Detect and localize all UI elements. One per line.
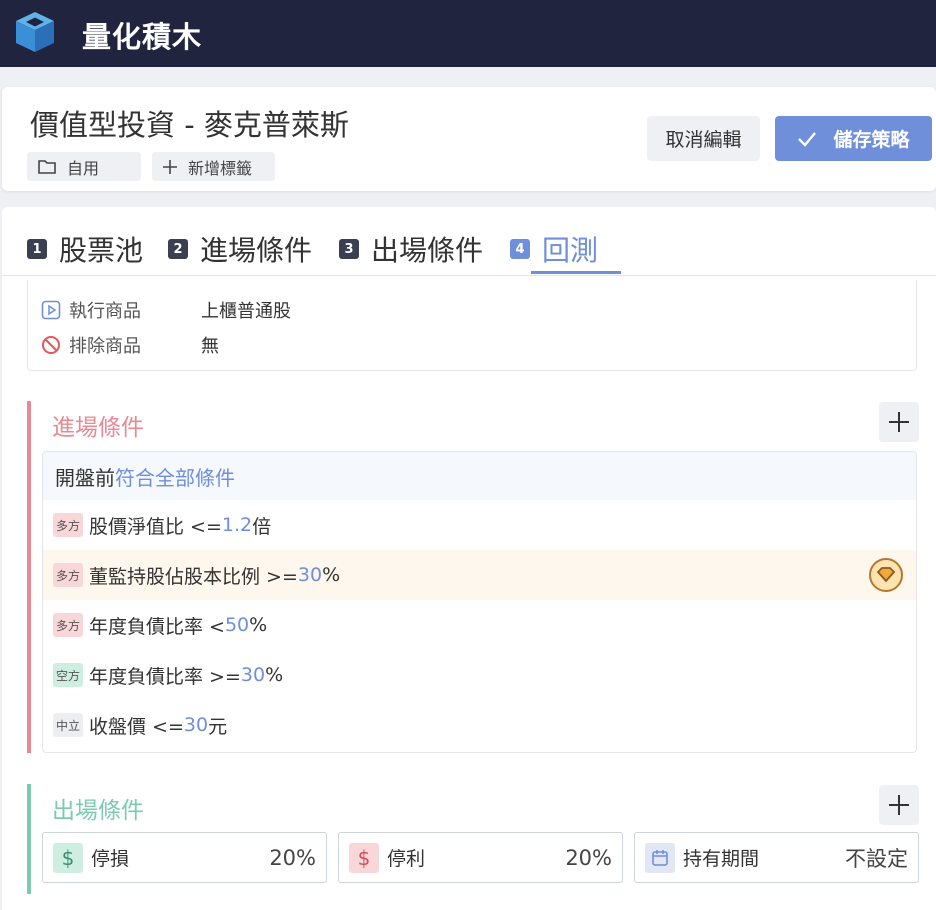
tab-label: 股票池 — [59, 234, 144, 267]
condition-row[interactable]: 多方 股價淨值比 <= 1.2 倍 — [43, 500, 916, 550]
tab-number: 3 — [339, 239, 359, 259]
entry-conditions-list: 開盤前 符合全部條件 多方 股價淨值比 <= 1.2 倍 多方 董監持股佔股本比例 … — [42, 451, 917, 753]
stock-pool-summary: 執行商品 上櫃普通股 排除商品 無 — [27, 280, 917, 371]
condition-value: 30 — [297, 564, 323, 586]
pool-row-exclude: 排除商品 無 — [41, 332, 219, 358]
direction-tag: 多方 — [53, 513, 83, 537]
tab-entry-conditions[interactable]: 2 進場條件 — [168, 229, 312, 269]
dollar-icon: $ — [349, 842, 379, 873]
condition-text: 股價淨值比 <= — [89, 515, 222, 538]
exit-value: 20% — [565, 845, 612, 870]
app-title: 量化積木 — [82, 20, 203, 54]
direction-tag: 中立 — [53, 713, 83, 737]
strategy-editor: 1 股票池 2 進場條件 3 出場條件 4 回測 執行商品 上櫃普通股 排除商品… — [2, 207, 936, 910]
entry-logic-header: 開盤前 符合全部條件 — [43, 452, 916, 500]
condition-text: 收盤價 <= — [89, 715, 184, 738]
condition-unit: % — [322, 564, 341, 586]
plus-icon — [163, 159, 177, 174]
condition-row[interactable]: 空方 年度負債比率 >= 30% — [43, 650, 916, 700]
ban-icon — [42, 336, 60, 354]
exit-section-title: 出場條件 — [52, 798, 144, 824]
check-icon — [798, 131, 817, 147]
exit-value: 20% — [269, 845, 316, 870]
exit-rules: $ 停損 20% $ 停利 20% 持有期間 不設定 — [42, 832, 919, 883]
folder-icon — [38, 159, 56, 174]
add-tag-label: 新增標籤 — [188, 158, 253, 178]
pool-key: 排除商品 — [69, 336, 141, 357]
cancel-edit-button[interactable]: 取消編輯 — [647, 116, 760, 161]
stop-loss-field[interactable]: $ 停損 20% — [42, 832, 327, 883]
condition-row[interactable]: 中立 收盤價 <= 30 元 — [43, 700, 916, 750]
step-tabs: 1 股票池 2 進場條件 3 出場條件 4 回測 — [2, 207, 936, 276]
play-icon — [41, 300, 61, 320]
add-tag-button[interactable]: 新增標籤 — [152, 152, 275, 181]
top-bar: 量化積木 — [0, 0, 936, 67]
holding-period-field[interactable]: 持有期間 不設定 — [634, 832, 919, 883]
exit-label: 持有期間 — [683, 848, 760, 870]
pool-key: 執行商品 — [69, 301, 141, 322]
add-entry-condition-button[interactable] — [879, 402, 919, 442]
condition-unit: 元 — [208, 715, 228, 738]
pool-value: 上櫃普通股 — [201, 301, 291, 322]
pool-value: 無 — [201, 336, 219, 357]
tab-stock-pool[interactable]: 1 股票池 — [27, 229, 143, 269]
direction-tag: 多方 — [53, 563, 83, 587]
condition-value: 30 — [183, 714, 209, 736]
pool-row-include: 執行商品 上櫃普通股 — [41, 297, 291, 323]
condition-unit: % — [249, 614, 268, 636]
save-strategy-button[interactable]: 儲存策略 — [775, 116, 932, 161]
condition-unit: 倍 — [252, 515, 272, 538]
exit-value: 不設定 — [845, 846, 908, 871]
plus-icon — [889, 412, 909, 432]
tab-number: 2 — [168, 239, 188, 259]
tag-self-use[interactable]: 自用 — [27, 152, 141, 181]
take-profit-field[interactable]: $ 停利 20% — [338, 832, 623, 883]
direction-tag: 多方 — [53, 613, 83, 637]
entry-section-title: 進場條件 — [52, 415, 144, 441]
dollar-icon: $ — [53, 842, 83, 873]
condition-text: 董監持股佔股本比例 >= — [89, 565, 298, 588]
condition-value: 50 — [224, 614, 250, 636]
exit-label: 停利 — [387, 848, 426, 870]
condition-value: 1.2 — [221, 514, 253, 536]
exit-conditions-section: 出場條件 $ 停損 20% $ 停利 20% 持有期間 不設定 — [27, 784, 919, 894]
active-tab-indicator — [531, 271, 621, 274]
save-label: 儲存策略 — [833, 129, 910, 151]
logo-icon — [16, 12, 54, 52]
strategy-header: 價值型投資 - 麥克普萊斯 自用 新增標籤 取消編輯 儲存策略 — [2, 87, 936, 191]
condition-unit: % — [265, 664, 284, 686]
premium-gem-icon[interactable] — [868, 557, 904, 593]
tab-label: 進場條件 — [200, 234, 313, 267]
condition-row[interactable]: 多方 年度負債比率 < 50% — [43, 600, 916, 650]
exit-section-bar — [27, 784, 31, 894]
condition-text: 年度負債比率 < — [89, 615, 225, 638]
plus-icon — [889, 795, 909, 815]
tag-label: 自用 — [67, 158, 100, 178]
calendar-icon — [645, 842, 675, 873]
tab-label: 回測 — [542, 234, 599, 267]
direction-tag: 空方 — [53, 663, 83, 687]
tab-number: 1 — [27, 239, 47, 259]
add-exit-condition-button[interactable] — [879, 785, 919, 825]
strategy-title[interactable]: 價值型投資 - 麥克普萊斯 — [30, 102, 349, 144]
logic-prefix: 開盤前 — [55, 465, 115, 490]
condition-value: 30 — [240, 664, 266, 686]
tab-backtest[interactable]: 4 回測 — [510, 229, 598, 269]
condition-text: 年度負債比率 >= — [89, 665, 241, 688]
entry-conditions-section: 進場條件 開盤前 符合全部條件 多方 股價淨值比 <= 1.2 倍 多方 董監持股佔… — [27, 401, 919, 753]
condition-row[interactable]: 多方 董監持股佔股本比例 >= 30% — [43, 550, 916, 600]
tab-exit-conditions[interactable]: 3 出場條件 — [339, 229, 483, 269]
entry-section-bar — [27, 401, 31, 753]
tab-label: 出場條件 — [371, 234, 484, 267]
tab-number: 4 — [510, 239, 530, 259]
logic-mode[interactable]: 符合全部條件 — [115, 462, 235, 491]
exit-label: 停損 — [91, 848, 130, 870]
